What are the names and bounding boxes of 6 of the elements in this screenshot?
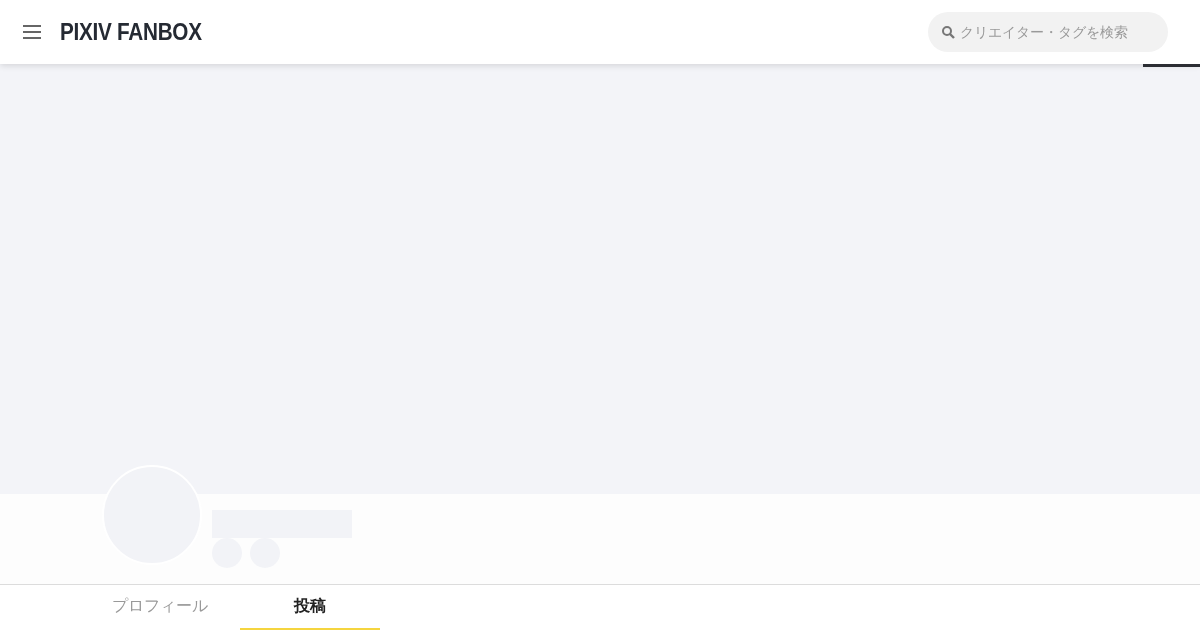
logo[interactable]: PIXIV FANBOX [60, 18, 202, 46]
tab[interactable]: 投稿 [240, 585, 380, 630]
search-icon [941, 25, 955, 39]
search-field[interactable]: クリエイター・タグを検索 [928, 12, 1168, 52]
loading-bar [1143, 64, 1200, 67]
menu-icon[interactable] [22, 24, 42, 40]
